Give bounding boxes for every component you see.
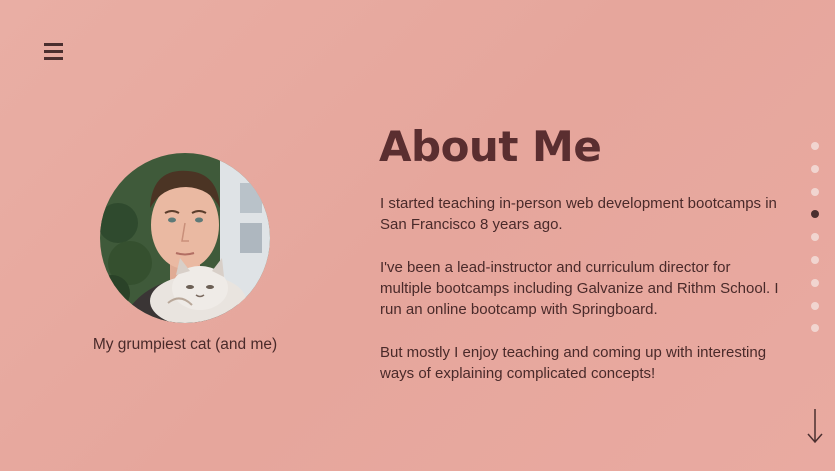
section-nav-dot[interactable] [811, 187, 819, 196]
section-nav-dot[interactable] [811, 324, 819, 333]
section-nav-dot-active[interactable] [811, 210, 819, 219]
page-title: About Me [379, 122, 602, 171]
bio-text: I started teaching in-person web develop… [380, 193, 780, 406]
bio-paragraph: I started teaching in-person web develop… [380, 195, 777, 234]
bio-paragraph: I've been a lead-instructor and curricul… [380, 258, 779, 319]
profile-photo [100, 153, 270, 323]
hamburger-menu-icon[interactable] [44, 43, 63, 60]
section-nav-dot[interactable] [811, 164, 819, 173]
section-nav-dot[interactable] [811, 233, 819, 242]
bio-paragraph: But mostly I enjoy teaching and coming u… [380, 344, 767, 383]
section-nav-dot[interactable] [811, 278, 819, 287]
arrow-down-icon[interactable] [806, 408, 824, 444]
section-nav-dots [811, 142, 821, 347]
section-nav-dot[interactable] [811, 255, 819, 264]
section-nav-dot[interactable] [811, 301, 819, 310]
photo-caption: My grumpiest cat (and me) [92, 336, 278, 353]
section-nav-dot[interactable] [811, 142, 819, 150]
